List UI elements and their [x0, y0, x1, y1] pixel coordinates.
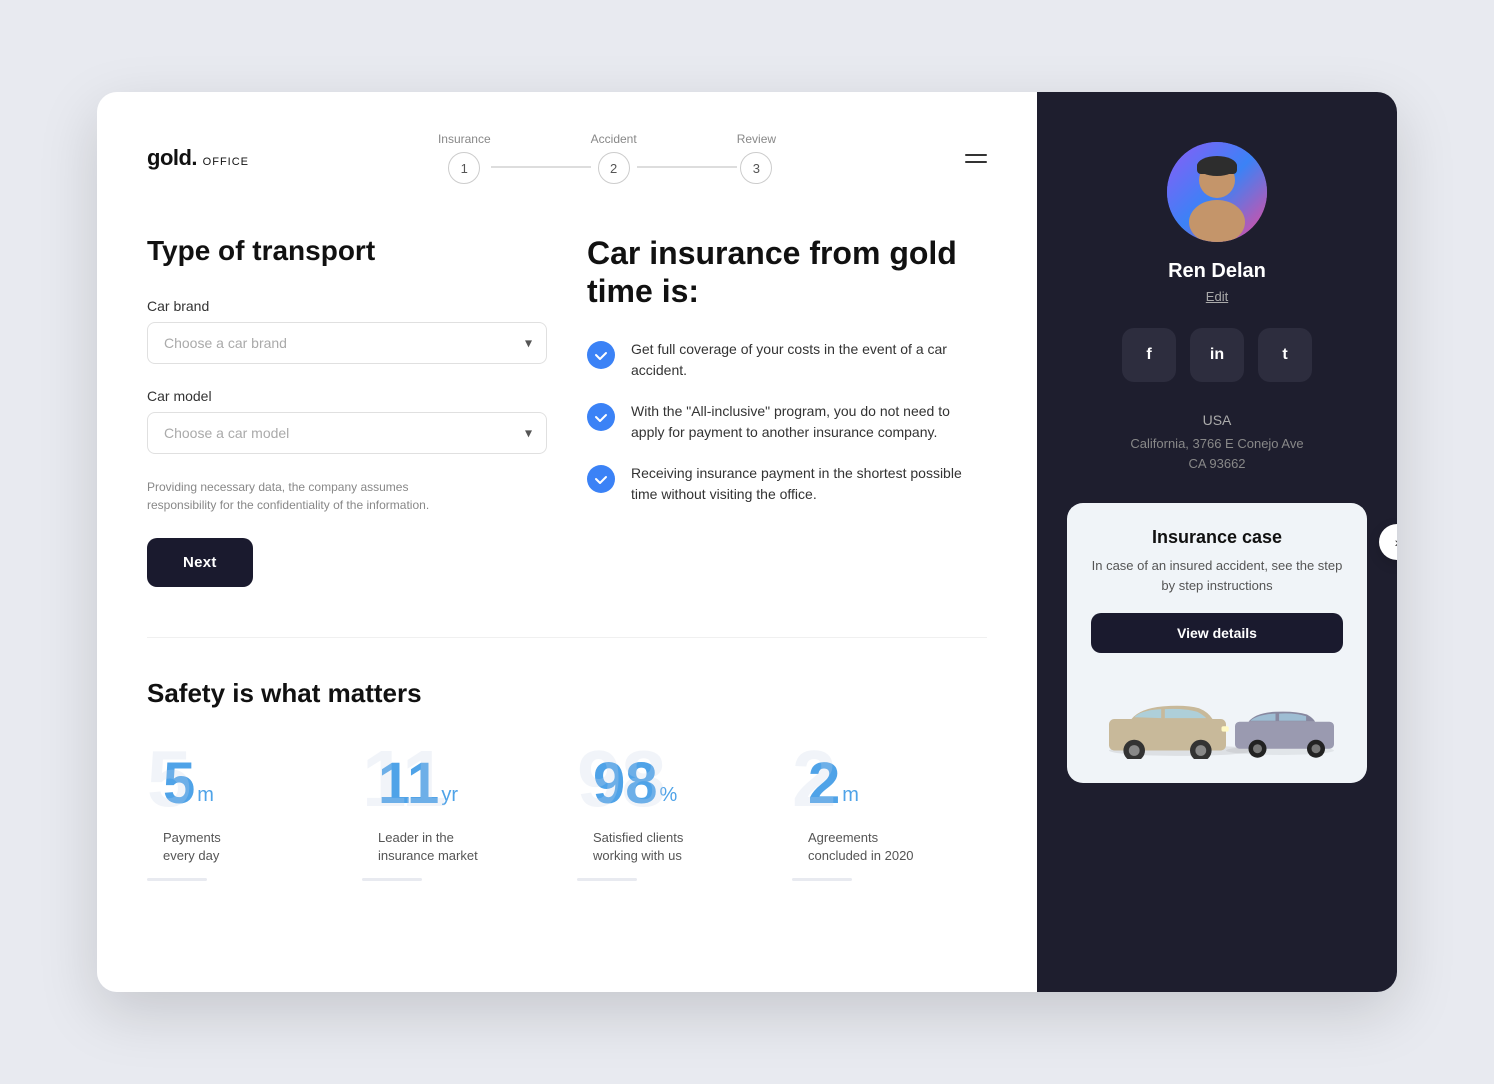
form-title: Type of transport — [147, 234, 547, 268]
insurance-card-title: Insurance case — [1091, 527, 1343, 548]
car-brand-select[interactable]: Choose a car brand — [148, 323, 546, 363]
check-icon-3 — [587, 465, 615, 493]
user-location: USA California, 3766 E Conejo Ave CA 936… — [1130, 412, 1303, 473]
check-icon-1 — [587, 341, 615, 369]
insurance-case-card: Insurance case In case of an insured acc… — [1067, 503, 1367, 783]
avatar — [1167, 142, 1267, 242]
stats-grid: 5 5 m Paymentsevery day 11 11 yr Leader … — [147, 739, 987, 881]
car-model-select-wrapper[interactable]: Choose a car model ▾ — [147, 412, 547, 454]
check-icon-2 — [587, 403, 615, 431]
stats-section: Safety is what matters 5 5 m Paymentseve… — [147, 637, 987, 881]
car-model-label: Car model — [147, 388, 547, 404]
facebook-button[interactable]: f — [1122, 328, 1176, 382]
logo: gold. OFFICE — [147, 145, 249, 171]
edit-profile-link[interactable]: Edit — [1206, 289, 1228, 304]
feature-text-3: Receiving insurance payment in the short… — [631, 463, 987, 505]
step-connector-2 — [637, 166, 737, 168]
social-buttons: f in t — [1122, 328, 1312, 382]
privacy-note: Providing necessary data, the company as… — [147, 478, 447, 514]
right-panel: › Ren Delan Edit — [1037, 92, 1397, 992]
stat-label-2: Leader in theinsurance market — [378, 829, 541, 865]
feature-text-2: With the "All-inclusive" program, you do… — [631, 401, 987, 443]
stat-suffix-4: m — [842, 785, 859, 805]
stats-title: Safety is what matters — [147, 678, 987, 709]
location-country: USA — [1130, 412, 1303, 428]
linkedin-button[interactable]: in — [1190, 328, 1244, 382]
stat-label-4: Agreementsconcluded in 2020 — [808, 829, 971, 865]
car-model-field: Car model Choose a car model ▾ — [147, 388, 547, 454]
chevron-right-button[interactable]: › — [1379, 524, 1397, 560]
car-brand-select-wrapper[interactable]: Choose a car brand ▾ — [147, 322, 547, 364]
car-model-select[interactable]: Choose a car model — [148, 413, 546, 453]
feature-item-2: With the "All-inclusive" program, you do… — [587, 401, 987, 443]
user-name: Ren Delan — [1168, 260, 1266, 283]
main-content: Type of transport Car brand Choose a car… — [147, 234, 987, 587]
feature-text-1: Get full coverage of your costs in the e… — [631, 339, 987, 381]
view-details-button[interactable]: View details — [1091, 613, 1343, 653]
stat-card-agreements: 2 2 m Agreementsconcluded in 2020 — [792, 739, 987, 881]
left-panel: gold. OFFICE Insurance 1 Accident 2 Revi… — [97, 92, 1037, 992]
feature-item-3: Receiving insurance payment in the short… — [587, 463, 987, 505]
stat-label-3: Satisfied clientsworking with us — [593, 829, 756, 865]
step-review: Review 3 — [737, 132, 776, 184]
next-button[interactable]: Next — [147, 538, 253, 587]
hamburger-menu[interactable] — [965, 154, 987, 163]
car-brand-field: Car brand Choose a car brand ▾ — [147, 298, 547, 364]
feature-list: Get full coverage of your costs in the e… — [587, 339, 987, 505]
form-section: Type of transport Car brand Choose a car… — [147, 234, 547, 587]
info-title: Car insurance from gold time is: — [587, 234, 987, 311]
stat-card-leader: 11 11 yr Leader in theinsurance market — [362, 739, 557, 881]
location-address: California, 3766 E Conejo Ave CA 93662 — [1130, 434, 1303, 473]
stat-label-1: Paymentsevery day — [163, 829, 326, 865]
stepper: Insurance 1 Accident 2 Review 3 — [438, 132, 776, 184]
info-section: Car insurance from gold time is: Get ful… — [587, 234, 987, 587]
stat-card-payments: 5 5 m Paymentsevery day — [147, 739, 342, 881]
twitter-button[interactable]: t — [1258, 328, 1312, 382]
feature-item-1: Get full coverage of your costs in the e… — [587, 339, 987, 381]
step-connector-1 — [491, 166, 591, 168]
stat-card-clients: 98 98 % Satisfied clientsworking with us — [577, 739, 772, 881]
step-accident: Accident 2 — [591, 132, 637, 184]
insurance-card-desc: In case of an insured accident, see the … — [1091, 556, 1343, 595]
car-illustration — [1091, 669, 1343, 759]
header: gold. OFFICE Insurance 1 Accident 2 Revi… — [147, 132, 987, 184]
car-brand-label: Car brand — [147, 298, 547, 314]
step-insurance: Insurance 1 — [438, 132, 491, 184]
stat-suffix-1: m — [197, 785, 214, 805]
